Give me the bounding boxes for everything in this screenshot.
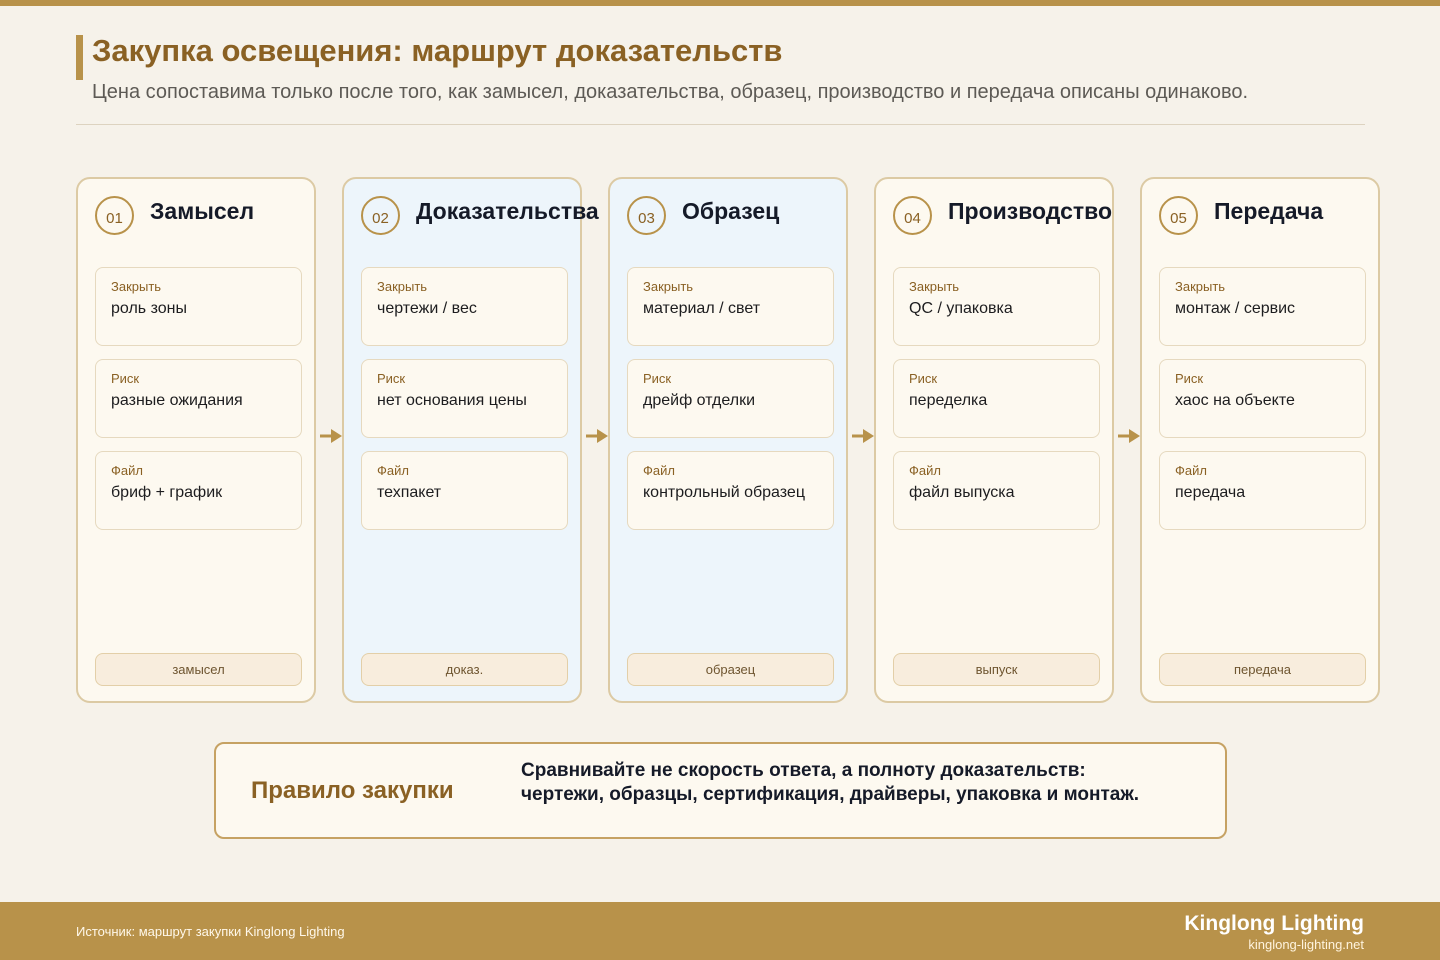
footer: Источник: маршрут закупки Kinglong Light… bbox=[0, 902, 1440, 960]
stage-field-box: Закрыть материал / свет bbox=[627, 267, 834, 346]
brand-website: kinglong-lighting.net bbox=[1248, 937, 1364, 952]
stage-field-box: Файл бриф + график bbox=[95, 451, 302, 530]
stage-tag-pill: доказ. bbox=[361, 653, 568, 686]
stage-field-box: Закрыть QC / упаковка bbox=[893, 267, 1100, 346]
arrow-right-icon bbox=[852, 429, 874, 443]
arrow-right-icon bbox=[320, 429, 342, 443]
field-value: материал / свет bbox=[643, 300, 761, 317]
stage-tag-pill: выпуск bbox=[893, 653, 1100, 686]
field-label: Закрыть bbox=[377, 279, 428, 294]
title-accent-bar bbox=[76, 35, 83, 80]
stage-card-1: 01 Замысел Закрыть роль зоны Риск разные ожид… bbox=[76, 177, 316, 703]
field-value: переделка bbox=[909, 392, 988, 409]
field-value: нет основания цены bbox=[377, 392, 527, 409]
header-divider bbox=[76, 124, 1365, 125]
stage-number-badge: 01 bbox=[95, 196, 134, 235]
field-value: чертежи / вес bbox=[377, 300, 477, 317]
stage-field-box: Риск нет основания цены bbox=[361, 359, 568, 438]
field-label: Файл bbox=[643, 463, 675, 478]
field-value: передача bbox=[1175, 484, 1246, 501]
stage-tag-pill: замысел bbox=[95, 653, 302, 686]
field-label: Риск bbox=[909, 371, 938, 386]
field-value: дрейф отделки bbox=[643, 392, 755, 409]
stage-title: Передача bbox=[1214, 198, 1324, 224]
page-subtitle: Цена сопоставима только после того, как … bbox=[92, 81, 1249, 103]
stage-tag-pill: образец bbox=[627, 653, 834, 686]
field-label: Закрыть bbox=[643, 279, 694, 294]
stage-title: Образец bbox=[682, 198, 780, 224]
field-label: Закрыть bbox=[1175, 279, 1226, 294]
rule-title: Правило закупки bbox=[251, 777, 454, 804]
stage-card-3: 03 Образец Закрыть материал / свет Риск дрейф… bbox=[608, 177, 848, 703]
field-value: файл выпуска bbox=[909, 484, 1015, 501]
stage-field-box: Риск разные ожидания bbox=[95, 359, 302, 438]
rule-text: Сравнивайте не скорость ответа, а полнот… bbox=[521, 760, 1140, 805]
field-value: хаос на объекте bbox=[1175, 392, 1295, 409]
top-accent-bar bbox=[0, 0, 1440, 6]
stage-field-box: Закрыть роль зоны bbox=[95, 267, 302, 346]
field-label: Файл bbox=[1175, 463, 1207, 478]
stage-field-box: Риск переделка bbox=[893, 359, 1100, 438]
brand-name: Kinglong Lighting bbox=[1184, 912, 1364, 935]
field-value: разные ожидания bbox=[111, 392, 243, 409]
field-label: Риск bbox=[111, 371, 140, 386]
field-label: Риск bbox=[1175, 371, 1204, 386]
stage-field-box: Закрыть чертежи / вес bbox=[361, 267, 568, 346]
field-label: Файл bbox=[909, 463, 941, 478]
stage-field-box: Файл контрольный образец bbox=[627, 451, 834, 530]
field-value: техпакет bbox=[377, 484, 442, 501]
stage-field-box: Файл файл выпуска bbox=[893, 451, 1100, 530]
field-value: QC / упаковка bbox=[909, 300, 1013, 317]
stage-number-badge: 02 bbox=[361, 196, 400, 235]
source-note: Источник: маршрут закупки Kinglong Light… bbox=[76, 924, 345, 939]
field-label: Риск bbox=[643, 371, 672, 386]
stage-number-badge: 05 bbox=[1159, 196, 1198, 235]
field-value: роль зоны bbox=[111, 300, 187, 317]
stage-tag-pill: передача bbox=[1159, 653, 1366, 686]
field-label: Файл bbox=[377, 463, 409, 478]
stage-field-box: Риск хаос на объекте bbox=[1159, 359, 1366, 438]
stage-title: Производство bbox=[948, 198, 1113, 224]
field-label: Закрыть bbox=[909, 279, 960, 294]
procurement-rule-box: Правило закупки Сравнивайте не скорость … bbox=[214, 742, 1227, 839]
field-label: Закрыть bbox=[111, 279, 162, 294]
page-title: Закупка освещения: маршрут доказательств bbox=[92, 33, 783, 68]
stage-title: Замысел bbox=[150, 198, 255, 224]
field-label: Файл bbox=[111, 463, 143, 478]
arrow-right-icon bbox=[1118, 429, 1140, 443]
field-value: монтаж / сервис bbox=[1175, 300, 1296, 317]
stage-number-badge: 04 bbox=[893, 196, 932, 235]
field-value: бриф + график bbox=[111, 484, 223, 501]
stage-card-2: 02 Доказательства Закрыть чертежи / вес Риск… bbox=[342, 177, 599, 703]
field-value: контрольный образец bbox=[643, 484, 805, 501]
field-label: Риск bbox=[377, 371, 406, 386]
stage-field-box: Файл передача bbox=[1159, 451, 1366, 530]
arrow-right-icon bbox=[586, 429, 608, 443]
stage-field-box: Риск дрейф отделки bbox=[627, 359, 834, 438]
stage-field-box: Файл техпакет bbox=[361, 451, 568, 530]
stage-card-5: 05 Передача Закрыть монтаж / сервис Риск хаос… bbox=[1140, 177, 1380, 703]
stage-card-4: 04 Производство Закрыть QC / упаковка Риск пе… bbox=[874, 177, 1114, 703]
stage-number-badge: 03 bbox=[627, 196, 666, 235]
stage-field-box: Закрыть монтаж / сервис bbox=[1159, 267, 1366, 346]
stage-title: Доказательства bbox=[416, 198, 599, 224]
